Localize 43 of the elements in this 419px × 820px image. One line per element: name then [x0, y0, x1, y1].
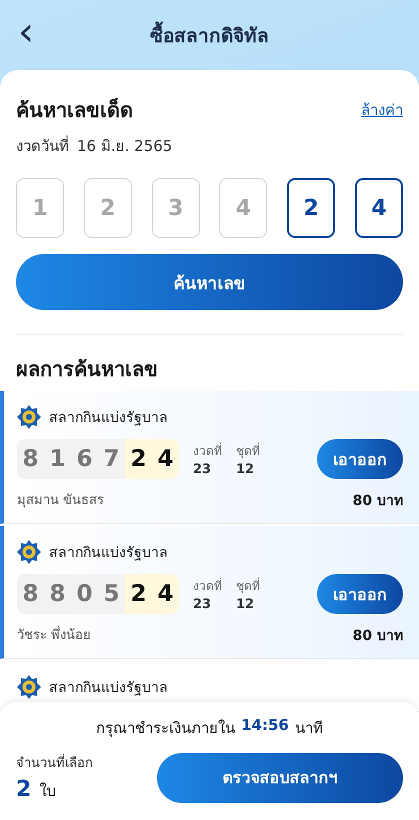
digit-field[interactable]: 3 — [152, 178, 200, 238]
set-number: 12 — [236, 597, 256, 612]
digit-field[interactable]: 2 — [287, 178, 336, 238]
back-button[interactable]: ‹ — [12, 12, 40, 52]
clear-link[interactable]: ล้างค่า — [361, 98, 403, 122]
check-tickets-button[interactable]: ตรวจสอบสลากฯ — [157, 752, 403, 802]
set-number: 12 — [236, 462, 256, 477]
digit-field[interactable]: 4 — [219, 178, 268, 238]
set-label: ชุดที่ — [236, 576, 260, 595]
draw-label: งวดที่ — [193, 576, 222, 595]
draw-number: 23 — [193, 597, 212, 612]
digit-field[interactable]: 1 — [16, 178, 64, 238]
digit-field[interactable]: 4 — [354, 178, 403, 238]
price: 80 บาท — [352, 627, 403, 646]
emblem-icon — [17, 675, 41, 699]
selected-count-label: จำนวนที่เลือก — [16, 752, 93, 773]
page-title: ซื้อสลากดิจิทัล — [150, 20, 269, 50]
seller-name: วัชระ พึ่งน้อย — [17, 624, 92, 646]
remove-button[interactable]: เอาออก — [317, 439, 403, 479]
emblem-icon — [17, 405, 41, 429]
lottery-number: 8 1 6 7 2 4 — [17, 439, 179, 479]
emblem-icon — [17, 540, 41, 564]
issuer-name: สลากกินแบ่งรัฐบาล — [49, 544, 168, 563]
countdown-timer: 14:56 — [241, 716, 289, 736]
lottery-number: 8 8 0 5 2 4 — [17, 574, 179, 614]
section-title: ผลการค้นหาเลข — [15, 356, 159, 383]
section-title: ค้นหาเลขเด็ด — [16, 96, 133, 124]
remove-button[interactable]: เอาออก — [317, 574, 403, 614]
draw-number: 23 — [193, 462, 212, 477]
price: 80 บาท — [352, 492, 403, 511]
draw-date-label: งวดวันที่ — [16, 134, 69, 157]
draw-date: 16 มิ.ย. 2565 — [77, 136, 172, 157]
set-label: ชุดที่ — [236, 442, 260, 460]
count-unit: ใบ — [39, 781, 56, 802]
draw-label: งวดที่ — [193, 442, 222, 460]
digit-field[interactable]: 2 — [84, 178, 132, 238]
seller-name: มุสมาน ขันธสร — [17, 492, 104, 510]
selected-count: 2 — [16, 777, 32, 802]
search-button[interactable]: ค้นหาเลข — [16, 254, 403, 310]
issuer-name: สลากกินแบ่งรัฐบาล — [49, 679, 168, 698]
payment-notice: กรุณาชำระเงินภายใน — [96, 718, 236, 740]
minutes-label: นาที — [294, 718, 323, 739]
issuer-name: สลากกินแบ่งรัฐบาล — [49, 409, 168, 428]
